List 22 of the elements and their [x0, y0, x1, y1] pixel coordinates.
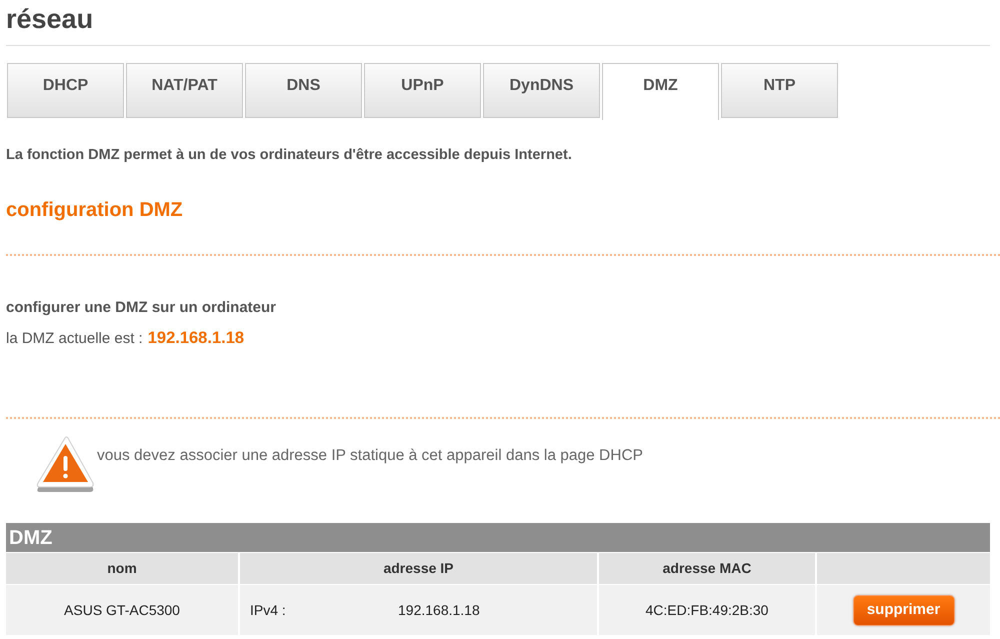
subtitle: configurer une DMZ sur un ordinateur — [6, 298, 276, 318]
column-header: nom — [6, 553, 238, 584]
page-title: réseau — [6, 3, 94, 36]
tab[interactable]: UPnP — [364, 63, 481, 118]
current-dmz-label: la DMZ actuelle est : — [6, 329, 143, 349]
table-title: DMZ — [8, 526, 52, 550]
section-title: configuration DMZ — [6, 198, 183, 223]
tab[interactable]: DHCP — [7, 63, 124, 118]
tab[interactable]: NTP — [721, 63, 838, 118]
table-cell: 4C:ED:FB:49:2B:30 — [599, 585, 815, 635]
column-header: adresse IP — [240, 553, 597, 584]
table-cell: ASUS GT-AC5300 — [6, 585, 238, 635]
column-header: adresse MAC — [599, 553, 815, 584]
tab[interactable]: DMZ — [602, 63, 719, 120]
tab[interactable]: NAT/PAT — [126, 63, 243, 118]
current-dmz-value: 192.168.1.18 — [148, 328, 244, 349]
warning-text: vous devez associer une adresse IP statique à cet appareil dans la page DHCP — [97, 446, 643, 466]
tab[interactable]: DynDNS — [483, 63, 600, 118]
intro-text: La fonction DMZ permet à un de vos ordinateurs d'être accessible depuis Internet. — [6, 146, 572, 165]
tab[interactable]: DNS — [245, 63, 362, 118]
ip-version-label: IPv4 : — [250, 600, 287, 620]
ip-address: 192.168.1.18 — [398, 600, 480, 620]
